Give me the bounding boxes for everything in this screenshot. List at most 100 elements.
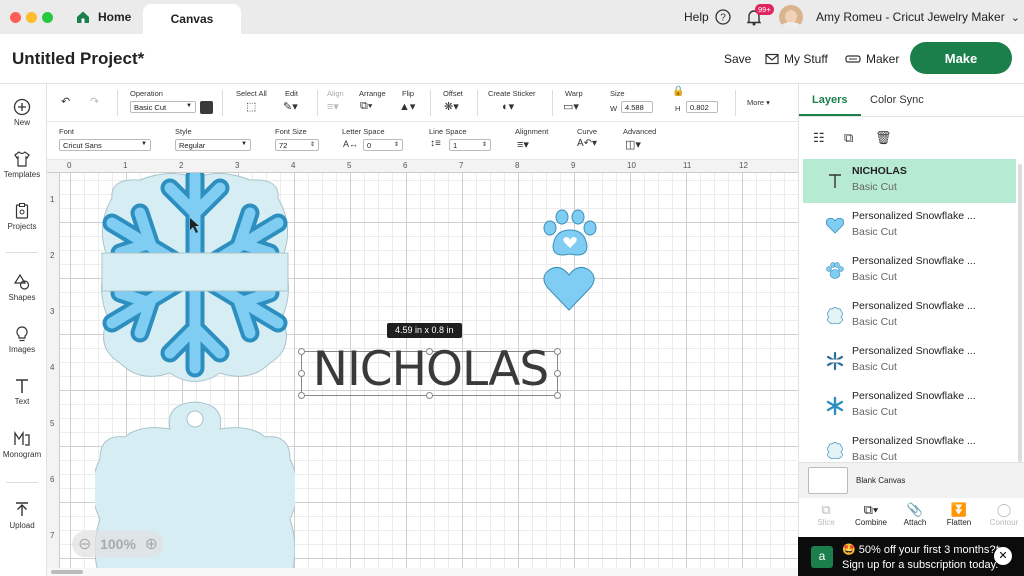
avatar[interactable] bbox=[779, 5, 803, 29]
zoom-out-icon[interactable]: ⊖ bbox=[78, 534, 91, 554]
minimize-window-button[interactable] bbox=[26, 12, 37, 23]
group-icon[interactable]: ☷ bbox=[813, 130, 825, 146]
paw-design[interactable] bbox=[540, 208, 600, 260]
redo-icon[interactable]: ↷ bbox=[90, 95, 99, 108]
projects-tool[interactable]: Projects bbox=[0, 202, 44, 231]
close-window-button[interactable] bbox=[10, 12, 21, 23]
images-tool[interactable]: Images bbox=[0, 325, 44, 354]
scroll-thumb[interactable] bbox=[51, 570, 83, 574]
promo-line-1: 🤩 50% off your first 3 months?* bbox=[842, 544, 1000, 556]
resize-handle[interactable] bbox=[554, 392, 561, 399]
flatten-button[interactable]: ⏬ Flatten bbox=[937, 502, 981, 527]
tab-layers[interactable]: Layers bbox=[812, 94, 847, 106]
upload-tool[interactable]: Upload bbox=[0, 501, 44, 530]
shapes-tool[interactable]: Shapes bbox=[0, 273, 44, 302]
size-label: Size bbox=[610, 89, 625, 98]
flip-icon[interactable]: ▲▾ bbox=[399, 100, 415, 113]
undo-icon[interactable]: ↶ bbox=[61, 95, 70, 108]
duplicate-icon[interactable]: ⧉ bbox=[844, 130, 853, 146]
more-button[interactable]: More ▾ bbox=[747, 98, 770, 107]
font-size-input[interactable]: 72 ⇕ bbox=[275, 139, 319, 151]
blank-canvas-row[interactable]: Blank Canvas bbox=[799, 462, 1024, 498]
tab-color-sync[interactable]: Color Sync bbox=[870, 94, 924, 106]
resize-handle[interactable] bbox=[426, 392, 433, 399]
pen-icon[interactable]: ✎▾ bbox=[283, 100, 298, 113]
monogram-tool[interactable]: Monogram bbox=[0, 430, 44, 459]
height-input[interactable]: 0.802 bbox=[686, 101, 718, 113]
advanced-label: Advanced bbox=[623, 127, 657, 136]
layer-item[interactable]: Personalized Snowflake ... Basic Cut bbox=[803, 294, 1016, 338]
text-tool[interactable]: Text bbox=[0, 377, 44, 406]
machine-button[interactable]: Maker bbox=[845, 52, 899, 66]
advanced-icon[interactable]: ◫▾ bbox=[625, 138, 641, 151]
resize-handle[interactable] bbox=[554, 370, 561, 377]
font-select[interactable]: Cricut Sans ▼ bbox=[59, 139, 151, 151]
style-select[interactable]: Regular ▼ bbox=[175, 139, 251, 151]
promo-banner[interactable]: a 🤩 50% off your first 3 months?* Sign u… bbox=[798, 537, 1024, 576]
color-swatch[interactable] bbox=[200, 101, 213, 114]
contour-button[interactable]: ◯ Contour bbox=[982, 502, 1024, 527]
curve-icon[interactable]: A↶▾ bbox=[577, 138, 597, 149]
home-icon bbox=[77, 11, 89, 23]
layer-item[interactable]: NICHOLAS Basic Cut bbox=[803, 159, 1016, 203]
layer-item[interactable]: Personalized Snowflake ... Basic Cut bbox=[803, 384, 1016, 428]
tag-outline-icon bbox=[827, 442, 843, 460]
zoom-in-icon[interactable]: ⊕ bbox=[145, 534, 158, 554]
align-icon[interactable]: ≡▾ bbox=[327, 100, 339, 113]
ruler-tick-label: 0 bbox=[67, 161, 72, 170]
tab-canvas[interactable]: Canvas bbox=[143, 4, 241, 34]
lock-icon[interactable]: 🔒 bbox=[672, 86, 684, 97]
ruler-horizontal: 0 1 2 3 4 5 6 7 8 9 10 11 12 bbox=[47, 160, 798, 173]
resize-handle[interactable] bbox=[298, 392, 305, 399]
text-selection-box[interactable]: NICHOLAS bbox=[298, 346, 561, 399]
layer-item[interactable]: Personalized Snowflake ... Basic Cut bbox=[803, 204, 1016, 248]
new-tool[interactable]: New bbox=[0, 98, 44, 127]
save-button[interactable]: Save bbox=[724, 52, 751, 66]
line-space-input[interactable]: 1 ⇕ bbox=[449, 139, 491, 151]
zoom-window-button[interactable] bbox=[42, 12, 53, 23]
tab-home[interactable]: Home bbox=[76, 0, 131, 34]
upload-icon bbox=[16, 502, 28, 516]
arrange-icon[interactable]: ⧉▾ bbox=[360, 100, 372, 113]
layer-item[interactable]: Personalized Snowflake ... Basic Cut bbox=[803, 339, 1016, 383]
sticker-icon[interactable]: ◐▾ bbox=[502, 100, 514, 113]
resize-handle[interactable] bbox=[426, 348, 433, 355]
snowflake-icon bbox=[826, 351, 844, 371]
letter-space-input[interactable]: 0 ⇕ bbox=[363, 139, 403, 151]
layers-scrollbar[interactable] bbox=[1018, 164, 1022, 462]
my-stuff-button[interactable]: My Stuff bbox=[765, 52, 828, 66]
warp-icon[interactable]: ▭▾ bbox=[563, 100, 579, 113]
select-all-icon[interactable]: ⬚ bbox=[246, 100, 256, 113]
width-input[interactable]: 4.588 bbox=[621, 101, 653, 113]
combine-button[interactable]: ⧉▾ Combine bbox=[849, 502, 893, 527]
design-canvas[interactable]: 4.59 in x 0.8 in NICHOLAS ⊖ 100% ⊕ bbox=[60, 173, 798, 568]
ruler-tick-label: 5 bbox=[50, 419, 55, 428]
help-button[interactable]: Help ? bbox=[684, 0, 731, 34]
ruler-tick-label: 9 bbox=[571, 161, 576, 170]
snowflake-tag-design[interactable] bbox=[90, 173, 300, 388]
alignment-icon[interactable]: ≡▾ bbox=[517, 138, 529, 151]
project-title[interactable]: Untitled Project* bbox=[12, 49, 144, 69]
layer-operation: Basic Cut bbox=[852, 226, 897, 238]
monogram-icon bbox=[14, 430, 30, 446]
offset-icon[interactable]: ❋▾ bbox=[444, 100, 459, 113]
heart-design[interactable] bbox=[542, 265, 596, 313]
promo-icon: a bbox=[811, 546, 833, 568]
slice-icon: ⧉ bbox=[821, 502, 831, 517]
letter-space-icon: A↔ bbox=[343, 139, 359, 149]
horizontal-scrollbar[interactable] bbox=[47, 568, 798, 576]
attach-button[interactable]: 📎 Attach bbox=[893, 502, 937, 527]
templates-tool[interactable]: Templates bbox=[0, 150, 44, 179]
notifications-button[interactable]: 99+ bbox=[745, 4, 774, 31]
layer-item[interactable]: Personalized Snowflake ... Basic Cut bbox=[803, 249, 1016, 293]
account-menu[interactable]: Amy Romeu - Cricut Jewelry Maker ⌄ bbox=[816, 0, 1020, 34]
resize-handle[interactable] bbox=[554, 348, 561, 355]
blank-canvas-swatch[interactable] bbox=[808, 467, 848, 494]
slice-button[interactable]: ⧉ Slice bbox=[804, 502, 848, 527]
close-icon[interactable]: ✕ bbox=[994, 547, 1012, 565]
operation-select[interactable]: Basic Cut ▼ bbox=[130, 101, 196, 113]
make-button[interactable]: Make bbox=[910, 42, 1012, 74]
trash-icon[interactable]: 🗑 bbox=[875, 130, 892, 146]
resize-handle[interactable] bbox=[298, 370, 305, 377]
resize-handle[interactable] bbox=[298, 348, 305, 355]
